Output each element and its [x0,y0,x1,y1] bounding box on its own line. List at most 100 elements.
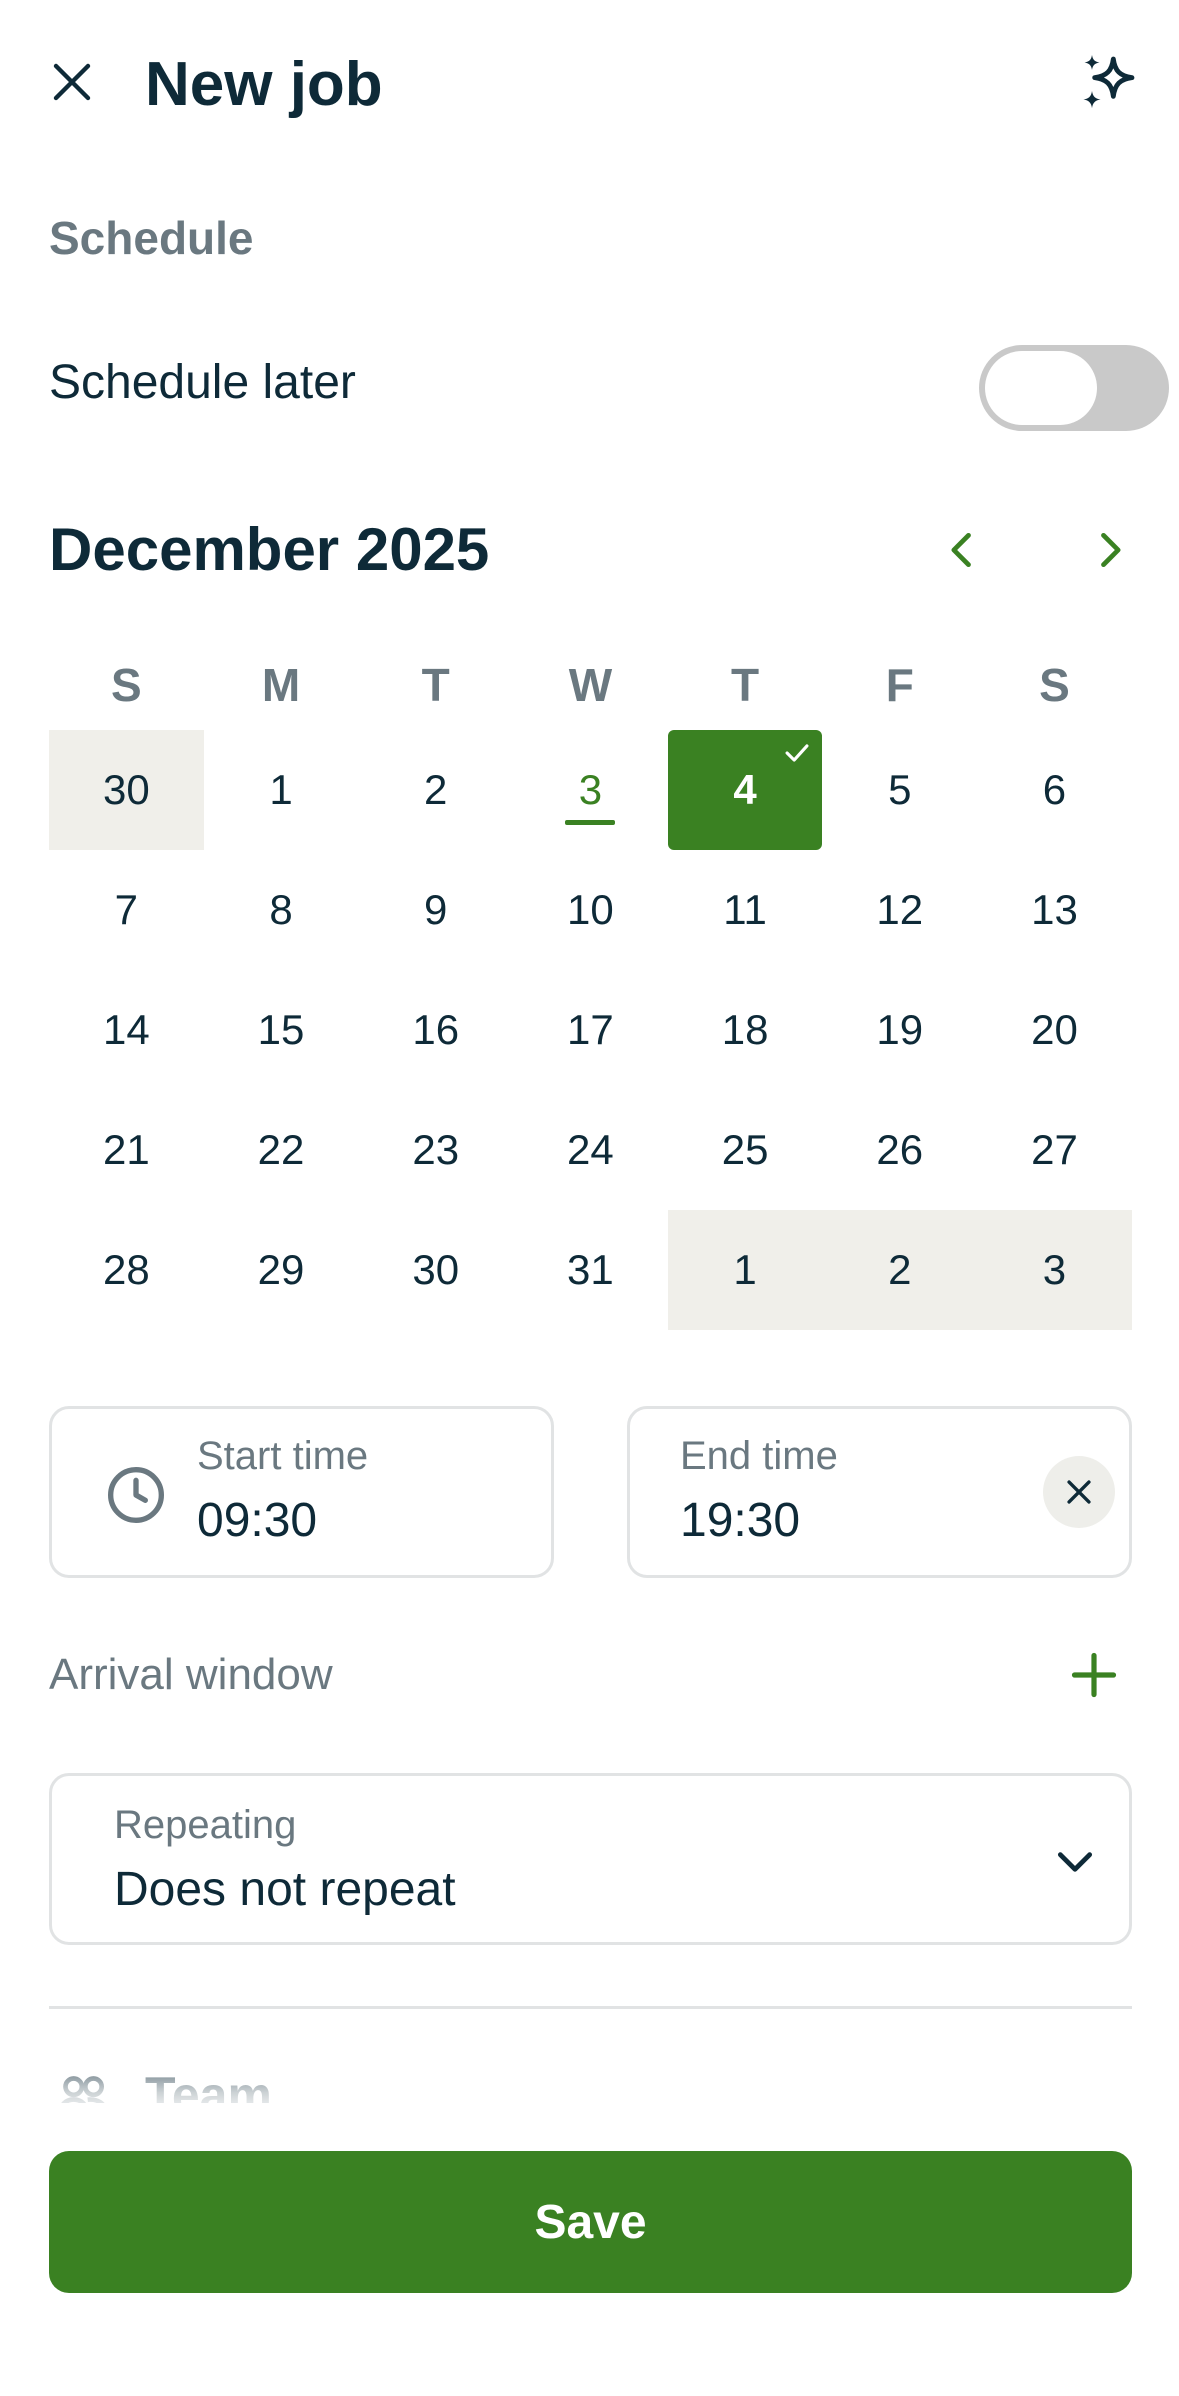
calendar-week-row: 7 8 9 10 11 12 13 [49,850,1132,970]
calendar-day[interactable]: 9 [358,850,513,970]
schedule-later-toggle[interactable] [979,345,1169,431]
ai-assist-button[interactable] [1070,45,1146,121]
day-number: 13 [1031,886,1078,933]
calendar-week-row: 30 1 2 3 4 5 6 [49,730,1132,850]
calendar-day[interactable]: 26 [822,1090,977,1210]
calendar-day[interactable]: 13 [977,850,1132,970]
weekday-label: S [111,659,142,711]
weekday-label: T [731,659,760,711]
calendar-day[interactable]: 7 [49,850,204,970]
close-icon [53,63,91,101]
weekday-header-row: S M T W T F S [49,640,1132,730]
clock-icon [108,1467,164,1523]
end-time-field[interactable]: End time 19:30 [627,1406,1132,1578]
day-number: 8 [269,886,293,933]
calendar-day[interactable]: 18 [668,970,823,1090]
toggle-knob [985,351,1097,425]
calendar-day[interactable]: 30 [358,1210,513,1330]
calendar-day[interactable]: 24 [513,1090,668,1210]
previous-month-button[interactable] [928,515,998,585]
day-number: 25 [721,1126,769,1173]
schedule-section-label: Schedule [49,212,254,264]
day-number: 1 [269,766,293,813]
clear-end-time-button[interactable] [1043,1456,1115,1528]
calendar-day[interactable]: 1 [667,1210,823,1330]
day-number: 11 [723,886,767,933]
save-button[interactable]: Save [49,2151,1132,2293]
day-number: 18 [721,1006,769,1053]
today-indicator [565,820,616,825]
repeating-select[interactable]: Repeating Does not repeat [49,1773,1132,1945]
day-number: 3 [1042,1246,1067,1293]
calendar-day[interactable]: 6 [977,730,1132,850]
calendar-day[interactable]: 31 [513,1210,668,1330]
day-number: 10 [567,886,614,933]
repeating-value: Does not repeat [114,1863,456,1916]
calendar-day[interactable]: 27 [977,1090,1132,1210]
calendar-day[interactable]: 23 [358,1090,513,1210]
weekday-label: F [885,659,914,711]
day-number: 20 [1031,1006,1078,1053]
chevron-left-icon [951,532,971,568]
calendar-week-row: 14 15 16 17 18 19 20 [49,970,1132,1090]
day-number: 4 [733,766,757,813]
arrival-window-label: Arrival window [49,1650,333,1699]
chevron-down-icon [1057,1852,1093,1872]
day-number: 19 [876,1006,924,1053]
start-time-label: Start time [197,1434,369,1478]
day-number: 23 [412,1126,460,1173]
calendar-day[interactable]: 11 [668,850,823,970]
calendar-day[interactable]: 14 [49,970,204,1090]
plus-icon [1071,1652,1117,1698]
repeating-dropdown-toggle[interactable] [1045,1832,1105,1892]
weekday-label: T [421,659,450,711]
calendar-month-title: December 2025 [49,516,490,583]
end-time-value: 19:30 [680,1494,801,1547]
calendar-day[interactable]: 1 [204,730,359,850]
chevron-right-icon [1101,532,1121,568]
calendar-day[interactable]: 28 [49,1210,204,1330]
calendar-week-row: 21 22 23 24 25 26 27 [49,1090,1132,1210]
calendar-day[interactable]: 10 [513,850,668,970]
day-number: 22 [257,1126,305,1173]
calendar-day[interactable]: 25 [668,1090,823,1210]
day-number: 2 [424,766,448,813]
day-number: 30 [102,766,150,813]
check-icon [785,744,809,762]
day-number: 26 [876,1126,924,1173]
day-number: 15 [257,1006,305,1053]
calendar-day-selected[interactable]: 4 [667,730,823,850]
calendar-day[interactable]: 2 [358,730,513,850]
repeating-label: Repeating [114,1803,297,1847]
close-button[interactable] [40,50,104,114]
calendar-day-today[interactable]: 3 [513,730,668,850]
weekday-label: S [1039,659,1070,711]
calendar-day[interactable]: 17 [513,970,668,1090]
day-number: 24 [567,1126,614,1173]
day-number: 9 [424,886,448,933]
day-number: 28 [102,1246,150,1293]
calendar-day[interactable]: 20 [977,970,1132,1090]
calendar-day[interactable]: 15 [204,970,359,1090]
calendar-day[interactable]: 22 [204,1090,359,1210]
start-time-field[interactable]: Start time 09:30 [49,1406,554,1578]
calendar-day[interactable]: 19 [822,970,977,1090]
calendar-day[interactable]: 12 [822,850,977,970]
calendar-day[interactable]: 2 [822,1210,978,1330]
day-number: 12 [876,886,924,933]
calendar-day[interactable]: 5 [822,730,977,850]
calendar-week-row: 28 29 30 31 1 2 3 [49,1210,1132,1330]
page-title: New job [145,50,383,119]
close-icon [1067,1480,1091,1504]
calendar-day[interactable]: 8 [204,850,359,970]
calendar-day[interactable]: 30 [49,730,204,850]
day-number: 3 [578,766,603,813]
calendar-day[interactable]: 29 [204,1210,359,1330]
day-number: 17 [567,1006,614,1053]
calendar-day[interactable]: 21 [49,1090,204,1210]
calendar-day[interactable]: 16 [358,970,513,1090]
next-month-button[interactable] [1074,515,1144,585]
sparkle-icon [1083,55,1135,109]
calendar-day[interactable]: 3 [977,1210,1132,1330]
add-arrival-window-button[interactable] [1056,1637,1132,1713]
